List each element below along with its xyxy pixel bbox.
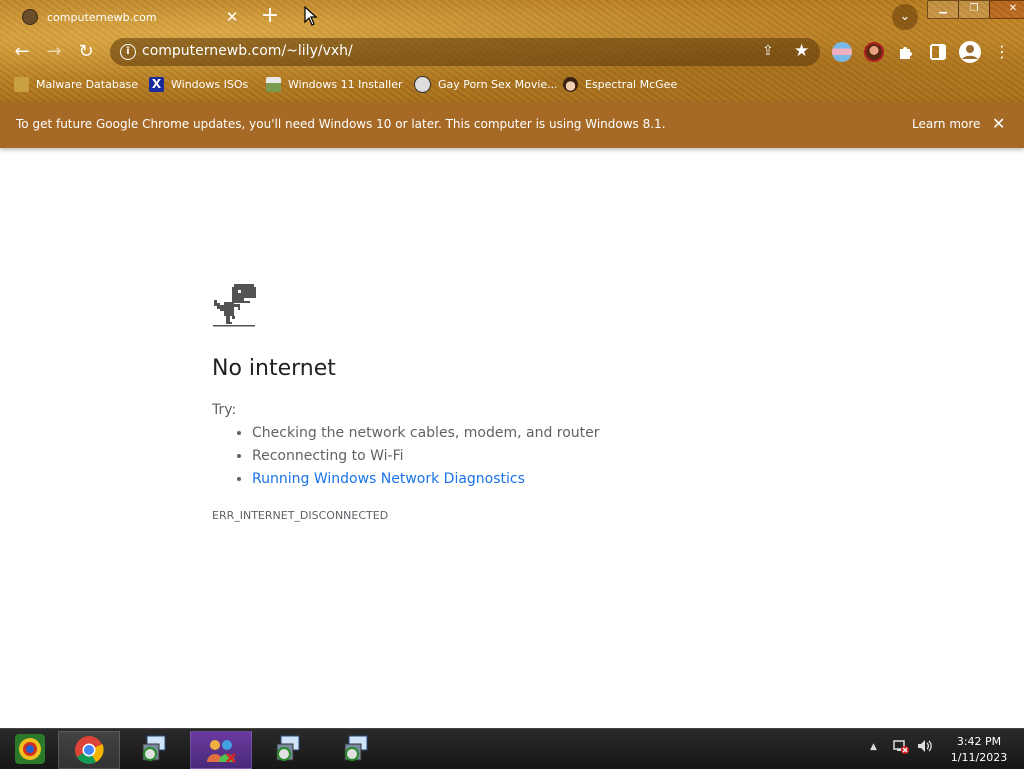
taskbar-chrome[interactable] bbox=[58, 731, 120, 769]
window-controls: ▁ ❐ ✕ bbox=[927, 0, 1024, 19]
suggestion-item: Checking the network cables, modem, and … bbox=[252, 422, 600, 445]
error-heading: No internet bbox=[212, 356, 336, 381]
taskbar-setup-1[interactable] bbox=[124, 731, 184, 767]
tab-title: computernewb.com bbox=[47, 10, 157, 24]
people-app-icon bbox=[207, 740, 236, 763]
bookmark-gay-porn-sex-movie[interactable]: Gay Porn Sex Movie... bbox=[414, 75, 558, 93]
windows-11-installer-icon bbox=[266, 76, 281, 92]
setup-installer-icon bbox=[344, 735, 368, 761]
site-info-icon[interactable]: i bbox=[120, 44, 136, 60]
bookmark-windows-isos[interactable]: X Windows ISOs bbox=[149, 75, 248, 93]
character-bookmark-icon bbox=[563, 76, 578, 92]
suggestion-item: Reconnecting to Wi-Fi bbox=[252, 445, 600, 468]
side-panel-icon[interactable] bbox=[928, 42, 948, 62]
extension-flag-icon[interactable] bbox=[832, 42, 852, 62]
tab-search-button[interactable]: ⌄ bbox=[892, 4, 918, 30]
new-tab-button[interactable]: + bbox=[258, 5, 282, 29]
forward-button[interactable]: → bbox=[42, 40, 66, 64]
setup-installer-icon bbox=[142, 735, 166, 761]
taskbar: ▲ 3:42 PM 1/11/2023 bbox=[0, 728, 1024, 769]
globe-bookmark-icon bbox=[414, 75, 431, 93]
mouse-cursor-icon bbox=[304, 6, 318, 26]
extension-avatar-icon[interactable] bbox=[864, 42, 884, 62]
bookmark-windows-11-installer[interactable]: Windows 11 Installer bbox=[266, 75, 403, 93]
infobar-message: To get future Google Chrome updates, you… bbox=[16, 117, 666, 131]
windows-isos-icon: X bbox=[149, 76, 164, 92]
menu-kebab-icon[interactable]: ⋮ bbox=[990, 40, 1014, 64]
infobar-close-icon[interactable]: ✕ bbox=[992, 114, 1005, 133]
start-icon bbox=[15, 734, 45, 764]
volume-icon[interactable] bbox=[916, 737, 934, 755]
suggestion-list: Checking the network cables, modem, and … bbox=[212, 422, 600, 491]
dinosaur-icon bbox=[213, 284, 256, 327]
taskbar-people[interactable] bbox=[190, 731, 252, 769]
extensions-puzzle-icon[interactable] bbox=[896, 42, 916, 62]
show-hidden-icons-button[interactable]: ▲ bbox=[870, 742, 877, 752]
back-button[interactable]: ← bbox=[10, 40, 34, 64]
url-text[interactable]: computernewb.com/~lily/vxh/ bbox=[142, 43, 353, 59]
bookmark-espectral-mcgee[interactable]: Espectral McGee bbox=[563, 75, 677, 93]
tab-close-icon[interactable]: ✕ bbox=[222, 8, 242, 26]
chrome-icon bbox=[75, 736, 104, 764]
minimize-button[interactable]: ▁ bbox=[927, 0, 959, 19]
clock-time: 3:42 PM bbox=[956, 735, 1002, 748]
suggestion-item-diagnostics: Running Windows Network Diagnostics bbox=[252, 468, 600, 491]
clock-date: 1/11/2023 bbox=[950, 751, 1008, 764]
bookmark-malware-database[interactable]: Malware Database bbox=[14, 75, 138, 93]
network-diagnostics-link[interactable]: Running Windows Network Diagnostics bbox=[252, 471, 525, 487]
tab-computernewb[interactable]: computernewb.com ✕ bbox=[8, 2, 248, 32]
try-label: Try: bbox=[212, 402, 237, 418]
profile-icon[interactable] bbox=[958, 40, 982, 64]
reload-button[interactable]: ↻ bbox=[74, 40, 98, 64]
update-infobar: To get future Google Chrome updates, you… bbox=[0, 102, 1024, 148]
bookmark-star-icon[interactable]: ★ bbox=[794, 41, 809, 61]
globe-icon bbox=[22, 9, 38, 25]
system-clock[interactable]: 3:42 PM 1/11/2023 bbox=[944, 734, 1014, 766]
close-window-button[interactable]: ✕ bbox=[989, 0, 1024, 19]
taskbar-setup-2[interactable] bbox=[258, 731, 318, 767]
share-icon[interactable]: ⇪ bbox=[762, 43, 774, 59]
network-disconnected-icon[interactable] bbox=[892, 737, 910, 755]
setup-installer-icon bbox=[276, 735, 300, 761]
error-code: ERR_INTERNET_DISCONNECTED bbox=[212, 509, 389, 522]
restore-button[interactable]: ❐ bbox=[958, 0, 990, 19]
start-button[interactable] bbox=[0, 731, 60, 767]
malware-database-icon bbox=[14, 76, 29, 92]
address-bar[interactable]: i computernewb.com/~lily/vxh/ ⇪ ★ bbox=[110, 38, 820, 66]
taskbar-setup-3[interactable] bbox=[326, 731, 386, 767]
browser-frame: computernewb.com ✕ + ⌄ ▁ ❐ ✕ ← → ↻ i com… bbox=[0, 0, 1024, 102]
learn-more-link[interactable]: Learn more bbox=[912, 117, 980, 131]
